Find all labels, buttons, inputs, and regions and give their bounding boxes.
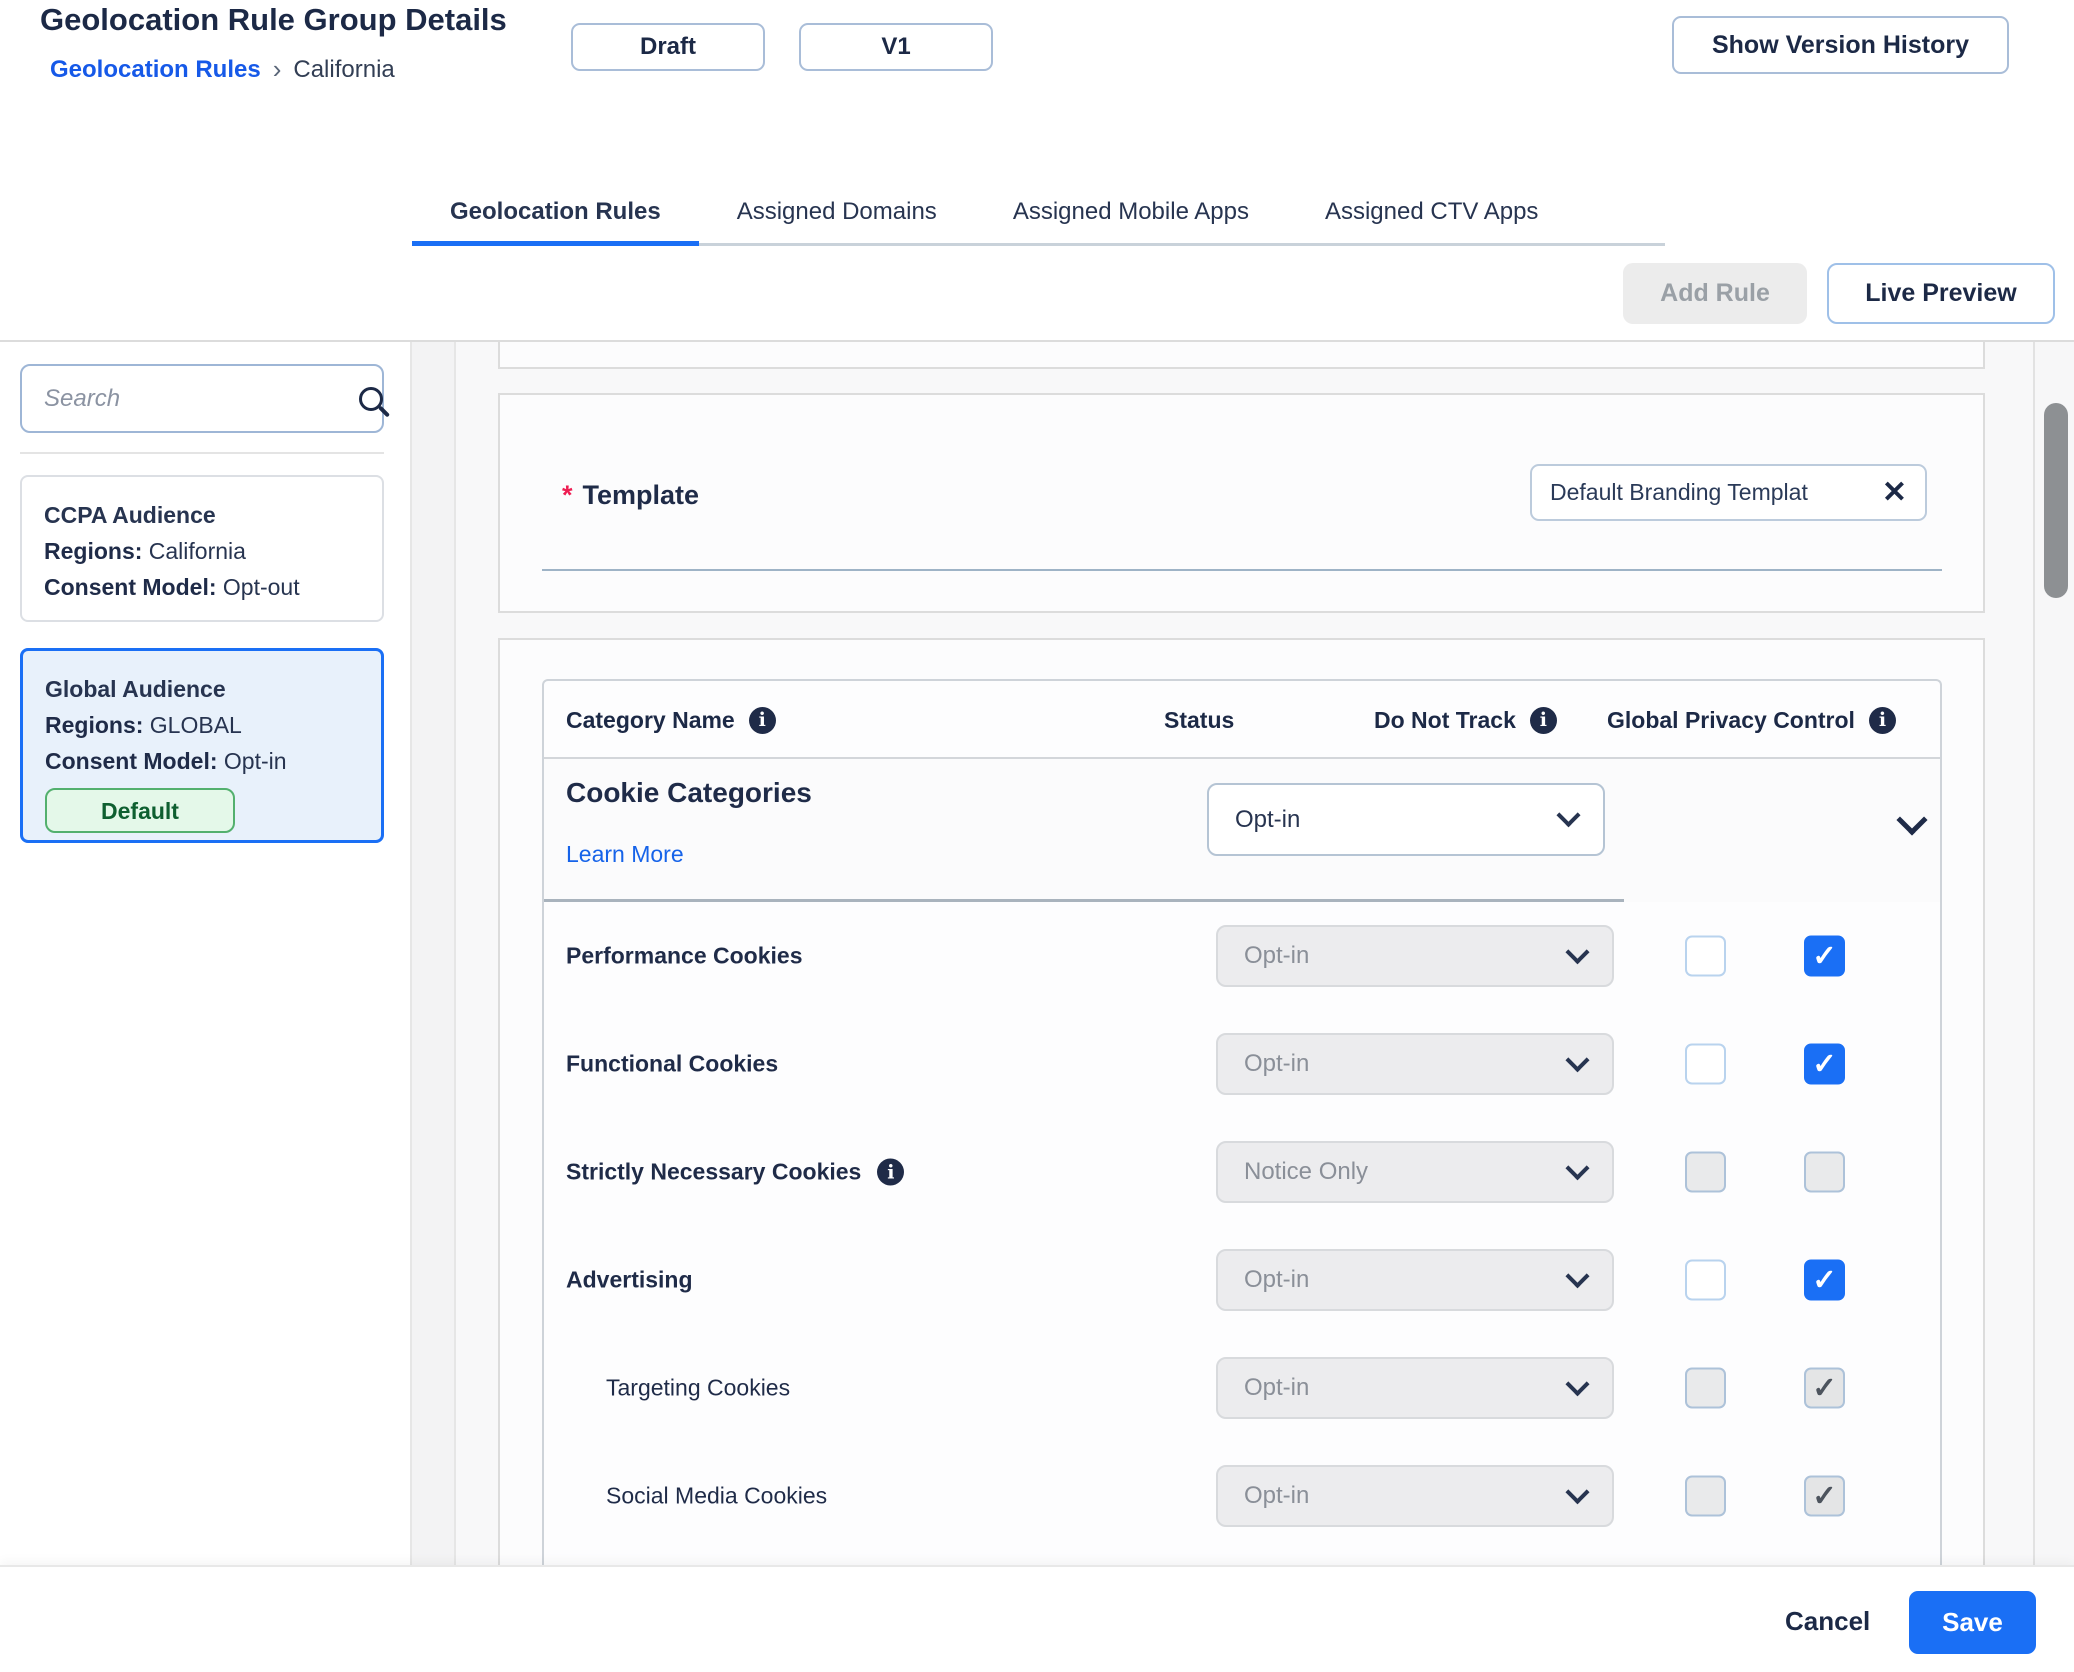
page-header: Geolocation Rule Group Details Geolocati…: [0, 0, 2074, 246]
category-row-performance-cookies: Performance Cookies Opt-in ✓: [544, 902, 1940, 1010]
category-name-info-icon[interactable]: i: [748, 706, 776, 734]
add-rule-button[interactable]: Add Rule: [1623, 263, 1807, 324]
audience-card-consent: Consent Model: Opt-in: [45, 748, 287, 774]
template-value-chip[interactable]: Default Branding Templat ✕: [1530, 464, 1927, 521]
rules-toolbar: Add Rule Live Preview: [0, 246, 2074, 342]
categories-panel: Category Name i Status Do Not Track i Gl…: [498, 638, 1985, 1569]
column-header-do-not-track: Do Not Track i: [1374, 681, 1557, 759]
version-badge: V1: [799, 23, 993, 71]
category-row-advertising: Advertising Opt-in ✓: [544, 1226, 1940, 1334]
do-not-track-checkbox[interactable]: [1685, 1151, 1726, 1193]
chevron-down-icon: [1565, 1479, 1590, 1504]
page-title: Geolocation Rule Group Details: [40, 2, 507, 37]
global-privacy-control-checkbox[interactable]: [1804, 1151, 1845, 1193]
category-row-targeting-cookies: Targeting Cookies Opt-in ✓: [544, 1334, 1940, 1442]
group-name: Cookie Categories: [566, 777, 812, 808]
global-privacy-control-checkbox[interactable]: ✓: [1804, 1259, 1845, 1301]
status-dropdown[interactable]: Opt-in: [1216, 1033, 1614, 1095]
template-panel: * Template Default Branding Templat ✕: [498, 393, 1985, 613]
group-status-dropdown[interactable]: Opt-in: [1207, 783, 1605, 856]
category-row-functional-cookies: Functional Cookies Opt-in ✓: [544, 1010, 1940, 1118]
column-header-global-privacy-control: Global Privacy Control i: [1607, 681, 1896, 759]
status-dropdown[interactable]: Notice Only: [1216, 1141, 1614, 1203]
audience-card-title: CCPA Audience: [44, 502, 216, 528]
do-not-track-checkbox[interactable]: [1685, 1475, 1726, 1517]
remove-template-icon[interactable]: ✕: [1882, 475, 1907, 510]
column-header-category-name: Category Name i: [566, 681, 776, 759]
tab-assigned-domains[interactable]: Assigned Domains: [699, 182, 975, 246]
sidebar-divider: [20, 452, 384, 454]
chevron-down-icon: [1565, 1155, 1590, 1180]
breadcrumb-current: California: [293, 55, 395, 83]
breadcrumb-separator-icon: ›: [272, 54, 282, 84]
audience-sidebar: CCPA Audience Regions: California Consen…: [0, 342, 412, 1565]
chevron-down-icon: [1556, 803, 1581, 828]
live-preview-button[interactable]: Live Preview: [1827, 263, 2055, 324]
chevron-down-icon: [1565, 939, 1590, 964]
save-button[interactable]: Save: [1909, 1591, 2036, 1654]
default-badge: Default: [45, 788, 235, 833]
tab-assigned-ctv-apps[interactable]: Assigned CTV Apps: [1287, 182, 1576, 246]
global-privacy-control-checkbox[interactable]: ✓: [1804, 1367, 1845, 1409]
breadcrumb-link-geolocation-rules[interactable]: Geolocation Rules: [50, 56, 261, 84]
content-area: CCPA Audience Regions: California Consen…: [0, 342, 2074, 1569]
search-icon[interactable]: [359, 386, 383, 411]
chevron-down-icon: [1565, 1371, 1590, 1396]
chevron-down-icon: [1565, 1047, 1590, 1072]
audience-card-consent: Consent Model: Opt-out: [44, 574, 300, 600]
audience-card-ccpa[interactable]: CCPA Audience Regions: California Consen…: [20, 475, 384, 622]
vertical-scrollbar-thumb[interactable]: [2044, 403, 2068, 598]
previous-panel-edge: [498, 342, 1985, 369]
global-privacy-control-info-icon[interactable]: i: [1868, 706, 1896, 734]
draft-status-badge: Draft: [571, 23, 765, 71]
vertical-scrollbar-track[interactable]: [2033, 342, 2074, 1565]
cookie-categories-group-row: Cookie Categories Learn More Opt-in: [544, 759, 1940, 903]
show-version-history-button[interactable]: Show Version History: [1672, 16, 2009, 74]
table-header-row: Category Name i Status Do Not Track i Gl…: [544, 681, 1940, 759]
status-dropdown[interactable]: Opt-in: [1216, 1357, 1614, 1419]
category-row-social-media-cookies: Social Media Cookies Opt-in ✓: [544, 1442, 1940, 1550]
audience-card-regions: Regions: California: [44, 538, 246, 564]
collapse-group-chevron-icon[interactable]: [1896, 804, 1928, 836]
learn-more-link[interactable]: Learn More: [566, 841, 684, 868]
do-not-track-checkbox[interactable]: [1685, 935, 1726, 977]
strictly-necessary-info-icon[interactable]: i: [877, 1158, 905, 1186]
tab-assigned-mobile-apps[interactable]: Assigned Mobile Apps: [975, 182, 1287, 246]
chevron-down-icon: [1565, 1263, 1590, 1288]
column-header-status: Status: [1164, 706, 1235, 733]
categories-table: Category Name i Status Do Not Track i Gl…: [542, 679, 1942, 1569]
cancel-button[interactable]: Cancel: [1775, 1591, 1880, 1651]
do-not-track-info-icon[interactable]: i: [1529, 706, 1557, 734]
tab-bar: Geolocation Rules Assigned Domains Assig…: [412, 182, 1576, 246]
do-not-track-checkbox[interactable]: [1685, 1367, 1726, 1409]
template-chip-text: Default Branding Templat: [1550, 479, 1808, 505]
do-not-track-checkbox[interactable]: [1685, 1043, 1726, 1085]
breadcrumb: Geolocation Rules › California: [50, 54, 395, 85]
category-row-strictly-necessary-cookies: Strictly Necessary Cookies i Notice Only: [544, 1118, 1940, 1226]
search-input[interactable]: [44, 384, 359, 413]
status-dropdown[interactable]: Opt-in: [1216, 1249, 1614, 1311]
audience-card-global[interactable]: Global Audience Regions: GLOBAL Consent …: [20, 648, 384, 843]
template-underline: [542, 569, 1942, 571]
do-not-track-checkbox[interactable]: [1685, 1259, 1726, 1301]
global-privacy-control-checkbox[interactable]: ✓: [1804, 935, 1845, 977]
required-asterisk: *: [562, 480, 573, 510]
global-privacy-control-checkbox[interactable]: ✓: [1804, 1043, 1845, 1085]
status-dropdown[interactable]: Opt-in: [1216, 1465, 1614, 1527]
global-privacy-control-checkbox[interactable]: ✓: [1804, 1475, 1845, 1517]
audience-card-title: Global Audience: [45, 676, 226, 702]
status-dropdown[interactable]: Opt-in: [1216, 925, 1614, 987]
search-box: [20, 364, 384, 433]
template-field-label: * Template: [562, 480, 700, 510]
sidebar-gutter: [412, 342, 456, 1565]
audience-card-regions: Regions: GLOBAL: [45, 712, 242, 738]
tab-geolocation-rules[interactable]: Geolocation Rules: [412, 182, 699, 246]
footer-action-bar: Cancel Save: [0, 1565, 2074, 1672]
